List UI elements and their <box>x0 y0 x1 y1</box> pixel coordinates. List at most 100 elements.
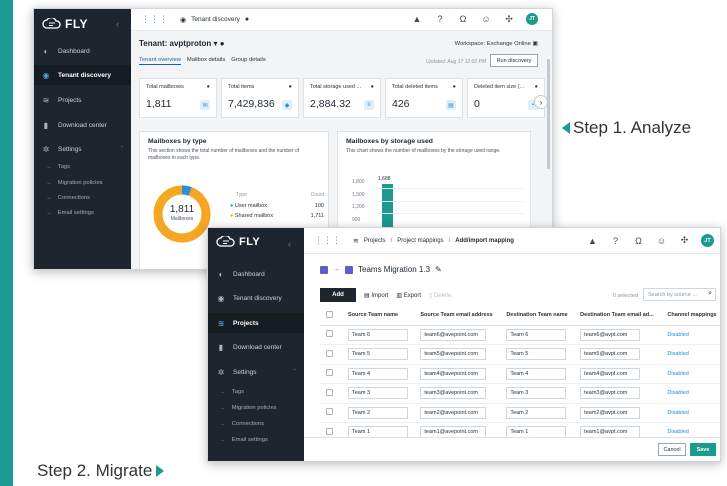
export-button[interactable]: ▥ Export <box>396 292 421 299</box>
nav-sub-tags[interactable]: → Tags <box>34 164 131 170</box>
collapse-sidebar-icon[interactable]: ‹ <box>288 239 291 249</box>
source-email-field[interactable]: team4@avepoint.com <box>420 367 487 380</box>
headset-icon[interactable]: Ω <box>457 13 469 25</box>
breadcrumb-projects[interactable]: Projects <box>364 238 386 244</box>
nav-dashboard[interactable]: ◐ Dashboard <box>34 41 131 61</box>
destination-name-field[interactable]: Team 6 <box>506 328 567 341</box>
support-icon[interactable]: ✣ <box>503 13 515 25</box>
import-icon: ▤ <box>364 292 370 299</box>
destination-name-field[interactable]: Team 3 <box>506 387 567 400</box>
destination-email-field[interactable]: team2@avpt.com <box>580 406 641 419</box>
table-row[interactable]: Team 5 team5@avepoint.com Team 5 team5@a… <box>320 344 720 365</box>
tenant-selector[interactable]: Tenant: avptproton ▾ ● <box>139 39 225 48</box>
app-launcher-icon[interactable]: ⋮⋮⋮ <box>141 14 168 25</box>
import-button[interactable]: ▤ Import <box>364 292 388 299</box>
help-circle-icon[interactable]: ? <box>609 234 622 247</box>
app-launcher-icon[interactable]: ⋮⋮⋮ <box>314 235 341 246</box>
tab-group-details[interactable]: Group details <box>231 57 265 65</box>
edit-pencil-icon[interactable]: ✎ <box>435 265 442 274</box>
source-email-field[interactable]: team2@avepoint.com <box>420 406 487 419</box>
search-icon[interactable]: ⌕ <box>708 290 712 298</box>
nav-sub-connections[interactable]: → Connections <box>34 195 131 201</box>
nav-settings[interactable]: ✲ Settings ˆ <box>34 139 131 159</box>
row-checkbox[interactable] <box>326 388 333 396</box>
source-name-field[interactable]: Team 6 <box>348 328 408 341</box>
row-checkbox[interactable] <box>326 349 333 357</box>
source-email-field[interactable]: team6@avepoint.com <box>420 328 487 341</box>
tab-mailbox-details[interactable]: Mailbox details <box>187 57 225 65</box>
destination-email-field[interactable]: team4@avpt.com <box>580 367 641 380</box>
source-name-field[interactable]: Team 4 <box>348 367 408 380</box>
help-icon[interactable]: ● <box>245 16 249 23</box>
row-checkbox[interactable] <box>326 427 333 435</box>
col-source-team-email[interactable]: Source Team email address <box>414 306 501 326</box>
nav-tenant-discovery[interactable]: ◉ Tenant discovery <box>34 65 131 85</box>
col-source-team-name[interactable]: Source Team name <box>342 306 415 326</box>
channel-mapping-link[interactable]: Disabled <box>667 332 688 338</box>
smiley-icon[interactable]: ☺ <box>480 13 492 25</box>
source-email-field[interactable]: team5@avepoint.com <box>420 348 487 361</box>
breadcrumb-project-mappings[interactable]: Project mappings <box>397 238 443 244</box>
avatar[interactable]: JT <box>526 13 538 25</box>
info-icon: ● <box>452 84 456 90</box>
support-icon[interactable]: ✣ <box>678 234 691 247</box>
save-button[interactable]: Save <box>690 443 716 456</box>
nav-download-center[interactable]: ▮ Download center <box>34 115 131 135</box>
nav-sub-connections[interactable]: → Connections <box>208 421 304 427</box>
run-discovery-button[interactable]: Run discovery <box>490 54 538 67</box>
source-name-field[interactable]: Team 2 <box>348 406 408 419</box>
col-destination-team-name[interactable]: Destination Team name <box>500 306 575 326</box>
tab-tenant-overview[interactable]: Tenant overview <box>139 57 181 65</box>
nav-tenant-discovery[interactable]: ◉ Tenant discovery <box>208 288 304 308</box>
collapse-sidebar-icon[interactable]: ‹ <box>116 19 119 29</box>
channel-mapping-link[interactable]: Disabled <box>667 390 688 396</box>
row-checkbox[interactable] <box>326 408 333 416</box>
table-row[interactable]: Team 2 team2@avepoint.com Team 2 team2@a… <box>320 403 720 423</box>
nav-sub-email-settings[interactable]: → Email settings <box>34 210 131 216</box>
nav-sub-email-settings[interactable]: → Email settings <box>208 437 304 443</box>
nav-projects[interactable]: ≋ Projects <box>208 313 304 333</box>
select-all-checkbox[interactable] <box>326 310 333 318</box>
destination-name-field[interactable]: Team 4 <box>506 367 567 380</box>
help-circle-icon[interactable]: ? <box>434 13 446 25</box>
vertical-scrollbar[interactable] <box>547 59 550 169</box>
card-total-storage: Total storage used ... ● 2,884.32 ≡ <box>303 78 381 118</box>
search-input[interactable]: Search by source ... ⌕ <box>643 288 716 301</box>
headset-icon[interactable]: Ω <box>632 234 645 247</box>
add-button[interactable]: Add <box>320 288 356 302</box>
nav-sub-migration-policies[interactable]: → Migration policies <box>208 405 304 411</box>
channel-mapping-link[interactable]: Disabled <box>667 410 688 416</box>
channel-mapping-link[interactable]: Disabled <box>667 429 688 435</box>
source-email-field[interactable]: team3@avepoint.com <box>420 387 487 400</box>
table-row[interactable]: Team 4 team4@avepoint.com Team 4 team4@a… <box>320 364 720 384</box>
nav-sub-tags[interactable]: → Tags <box>208 389 304 395</box>
notification-bell-icon[interactable]: ▲ <box>586 234 599 247</box>
nav-projects[interactable]: ≋ Projects <box>34 90 131 110</box>
nav-settings[interactable]: ✲ Settings ˆ <box>208 362 304 382</box>
channel-mapping-link[interactable]: Disabled <box>667 351 688 357</box>
destination-name-field[interactable]: Team 2 <box>506 406 567 419</box>
channel-mapping-link[interactable]: Disabled <box>667 371 688 377</box>
row-checkbox[interactable] <box>326 330 333 338</box>
col-destination-team-email[interactable]: Destination Team email ad... <box>574 306 662 326</box>
notification-bell-icon[interactable]: ▲ <box>411 13 423 25</box>
table-row[interactable]: Team 3 team3@avepoint.com Team 3 team3@a… <box>320 383 720 404</box>
col-type: Type <box>236 192 247 198</box>
cancel-button[interactable]: Cancel <box>658 443 686 456</box>
destination-name-field[interactable]: Team 5 <box>506 348 567 361</box>
avatar[interactable]: JT <box>701 234 714 247</box>
smiley-icon[interactable]: ☺ <box>655 234 668 247</box>
delete-button[interactable]: ▯ Delete <box>429 292 451 299</box>
nav-sub-migration-policies[interactable]: → Migration policies <box>34 180 131 186</box>
destination-email-field[interactable]: team6@avpt.com <box>580 328 641 341</box>
destination-email-field[interactable]: team5@avpt.com <box>580 348 641 361</box>
nav-dashboard[interactable]: ◐ Dashboard <box>208 264 304 284</box>
source-name-field[interactable]: Team 5 <box>348 348 408 361</box>
row-checkbox[interactable] <box>326 369 333 377</box>
table-row[interactable]: Team 6 team6@avepoint.com Team 6 team6@a… <box>320 325 720 345</box>
col-channel-mappings[interactable]: Channel mappings <box>661 306 720 326</box>
destination-email-field[interactable]: team3@avpt.com <box>580 387 641 400</box>
nav-download-center[interactable]: ▮ Download center <box>208 337 304 357</box>
source-name-field[interactable]: Team 3 <box>348 387 408 400</box>
next-cards-button[interactable]: › <box>534 95 548 109</box>
